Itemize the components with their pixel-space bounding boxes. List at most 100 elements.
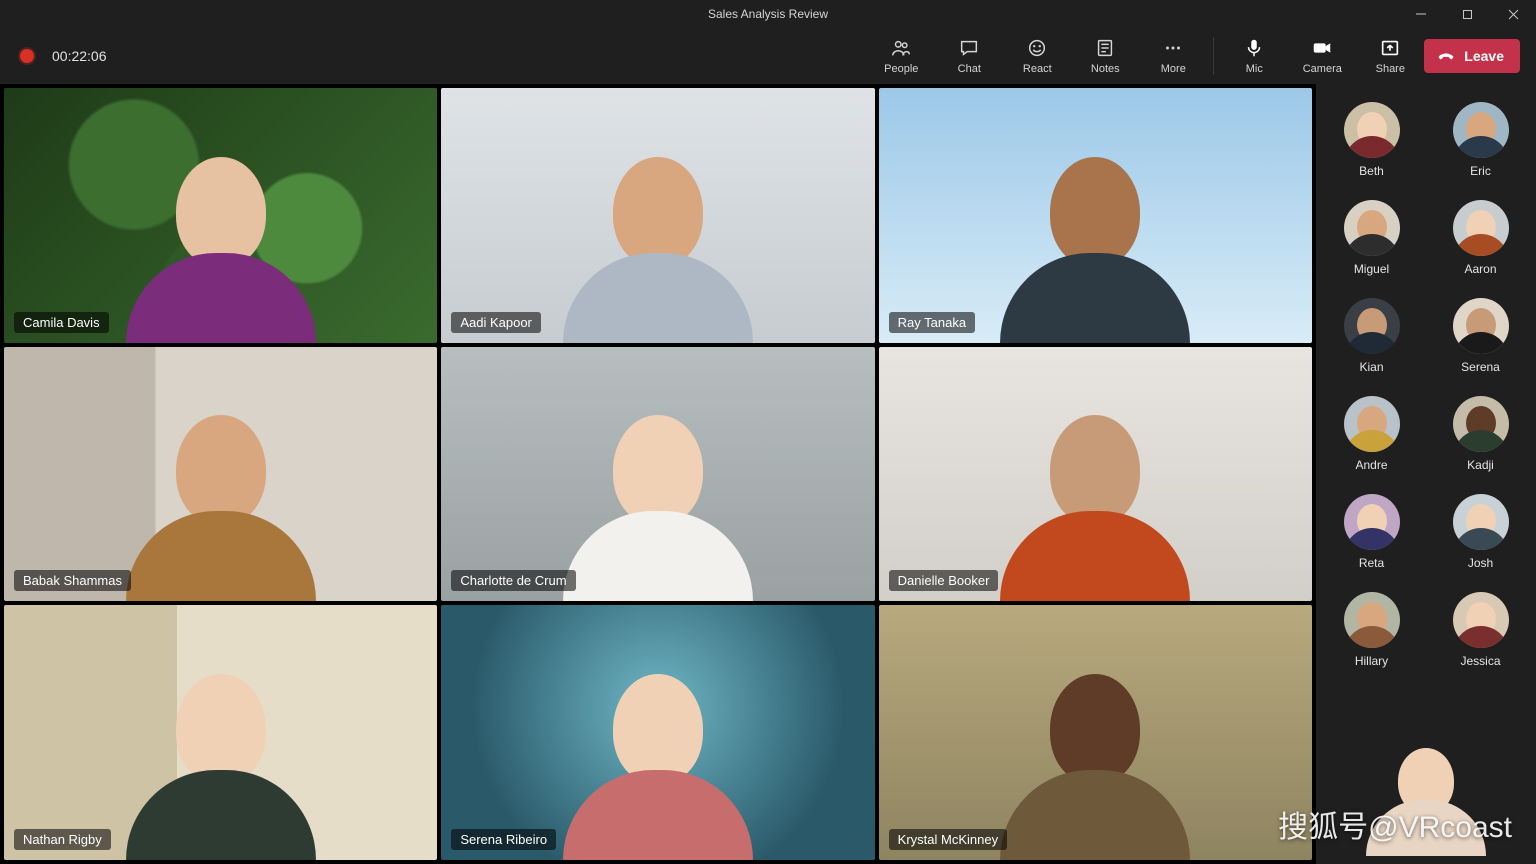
participant-figure: [126, 157, 316, 343]
share-button[interactable]: Share: [1366, 37, 1414, 75]
avatar: [1344, 494, 1400, 550]
video-tile[interactable]: Nathan Rigby: [4, 605, 437, 860]
participants-sidebar: Beth Eric Miguel Aaron Kian: [1316, 84, 1536, 864]
avatar: [1344, 200, 1400, 256]
participant-thumb[interactable]: Beth: [1326, 102, 1417, 178]
more-button[interactable]: More: [1149, 37, 1197, 75]
react-button[interactable]: React: [1013, 37, 1061, 75]
recording-timer: 00:22:06: [52, 48, 107, 64]
camera-button[interactable]: Camera: [1298, 37, 1346, 75]
maximize-button[interactable]: [1444, 0, 1490, 28]
participant-thumb-name: Hillary: [1355, 654, 1388, 668]
leave-button[interactable]: Leave: [1424, 39, 1520, 73]
avatar: [1453, 200, 1509, 256]
participant-name-tag: Nathan Rigby: [14, 829, 111, 850]
participant-thumb[interactable]: Andre: [1326, 396, 1417, 472]
leave-label: Leave: [1464, 48, 1504, 64]
participant-name-tag: Ray Tanaka: [889, 312, 975, 333]
close-icon: [1508, 9, 1519, 20]
people-label: People: [884, 63, 918, 75]
participant-name-tag: Camila Davis: [14, 312, 109, 333]
avatar: [1344, 298, 1400, 354]
participant-figure: [563, 674, 753, 860]
avatar: [1453, 592, 1509, 648]
participant-thumb[interactable]: Josh: [1435, 494, 1526, 570]
participant-thumb[interactable]: Hillary: [1326, 592, 1417, 668]
react-label: React: [1023, 63, 1052, 75]
people-button[interactable]: People: [877, 37, 925, 75]
participant-thumb[interactable]: Miguel: [1326, 200, 1417, 276]
participant-thumb-name: Miguel: [1354, 262, 1389, 276]
react-icon: [1026, 37, 1048, 59]
people-icon: [890, 37, 912, 59]
participant-name-tag: Aadi Kapoor: [451, 312, 541, 333]
mic-icon: [1243, 37, 1265, 59]
notes-icon: [1094, 37, 1116, 59]
close-button[interactable]: [1490, 0, 1536, 28]
participant-thumb-name: Reta: [1359, 556, 1384, 570]
minimize-icon: [1415, 8, 1427, 20]
video-tile[interactable]: Babak Shammas: [4, 347, 437, 602]
notes-button[interactable]: Notes: [1081, 37, 1129, 75]
maximize-icon: [1462, 9, 1473, 20]
participant-thumb-name: Jessica: [1460, 654, 1500, 668]
video-tile[interactable]: Krystal McKinney: [879, 605, 1312, 860]
participant-figure: [1000, 157, 1190, 343]
participant-thumb[interactable]: Aaron: [1435, 200, 1526, 276]
participant-thumb[interactable]: Kian: [1326, 298, 1417, 374]
notes-label: Notes: [1091, 63, 1120, 75]
participant-figure: [126, 415, 316, 601]
participant-name-tag: Babak Shammas: [14, 570, 131, 591]
hangup-icon: [1436, 46, 1456, 66]
meeting-toolbar: 00:22:06 People Chat React Notes More Mi…: [0, 28, 1536, 84]
participant-thumb-name: Josh: [1468, 556, 1493, 570]
chat-button[interactable]: Chat: [945, 37, 993, 75]
participant-name-tag: Charlotte de Crum: [451, 570, 575, 591]
video-tile[interactable]: Danielle Booker: [879, 347, 1312, 602]
participant-thumb-name: Eric: [1470, 164, 1491, 178]
chat-label: Chat: [958, 63, 981, 75]
share-icon: [1379, 37, 1401, 59]
participant-figure: [126, 674, 316, 860]
participant-figure: [1000, 415, 1190, 601]
avatar: [1453, 494, 1509, 550]
video-tile[interactable]: Charlotte de Crum: [441, 347, 874, 602]
video-tile[interactable]: Serena Ribeiro: [441, 605, 874, 860]
participant-thumb-name: Aaron: [1464, 262, 1496, 276]
participant-thumb[interactable]: Serena: [1435, 298, 1526, 374]
participants-side-grid: Beth Eric Miguel Aaron Kian: [1326, 102, 1526, 668]
avatar: [1453, 396, 1509, 452]
toolbar-divider: [1213, 37, 1214, 75]
avatar: [1453, 298, 1509, 354]
participant-figure: [1000, 674, 1190, 860]
mic-button[interactable]: Mic: [1230, 37, 1278, 75]
participant-thumb-name: Kadji: [1467, 458, 1494, 472]
self-view[interactable]: [1326, 726, 1526, 856]
video-tile[interactable]: Camila Davis: [4, 88, 437, 343]
avatar: [1344, 102, 1400, 158]
participant-thumb[interactable]: Jessica: [1435, 592, 1526, 668]
camera-label: Camera: [1303, 63, 1342, 75]
participant-thumb[interactable]: Kadji: [1435, 396, 1526, 472]
participant-name-tag: Danielle Booker: [889, 570, 999, 591]
participant-thumb-name: Serena: [1461, 360, 1500, 374]
window-controls: [1398, 0, 1536, 28]
avatar: [1453, 102, 1509, 158]
participant-thumb[interactable]: Eric: [1435, 102, 1526, 178]
share-label: Share: [1376, 63, 1405, 75]
minimize-button[interactable]: [1398, 0, 1444, 28]
participant-thumb-name: Andre: [1355, 458, 1387, 472]
toolbar-group-main: People Chat React Notes More: [877, 37, 1197, 75]
mic-label: Mic: [1246, 63, 1263, 75]
video-tile[interactable]: Aadi Kapoor: [441, 88, 874, 343]
toolbar-group-devices: Mic Camera Share: [1230, 37, 1414, 75]
video-tile[interactable]: Ray Tanaka: [879, 88, 1312, 343]
titlebar: Sales Analysis Review: [0, 0, 1536, 28]
participant-thumb-name: Beth: [1359, 164, 1384, 178]
video-grid: Camila Davis Aadi Kapoor Ray Tanaka Baba…: [0, 84, 1316, 864]
participant-thumb-name: Kian: [1359, 360, 1383, 374]
avatar: [1344, 592, 1400, 648]
participant-figure: [563, 157, 753, 343]
participant-thumb[interactable]: Reta: [1326, 494, 1417, 570]
avatar: [1344, 396, 1400, 452]
